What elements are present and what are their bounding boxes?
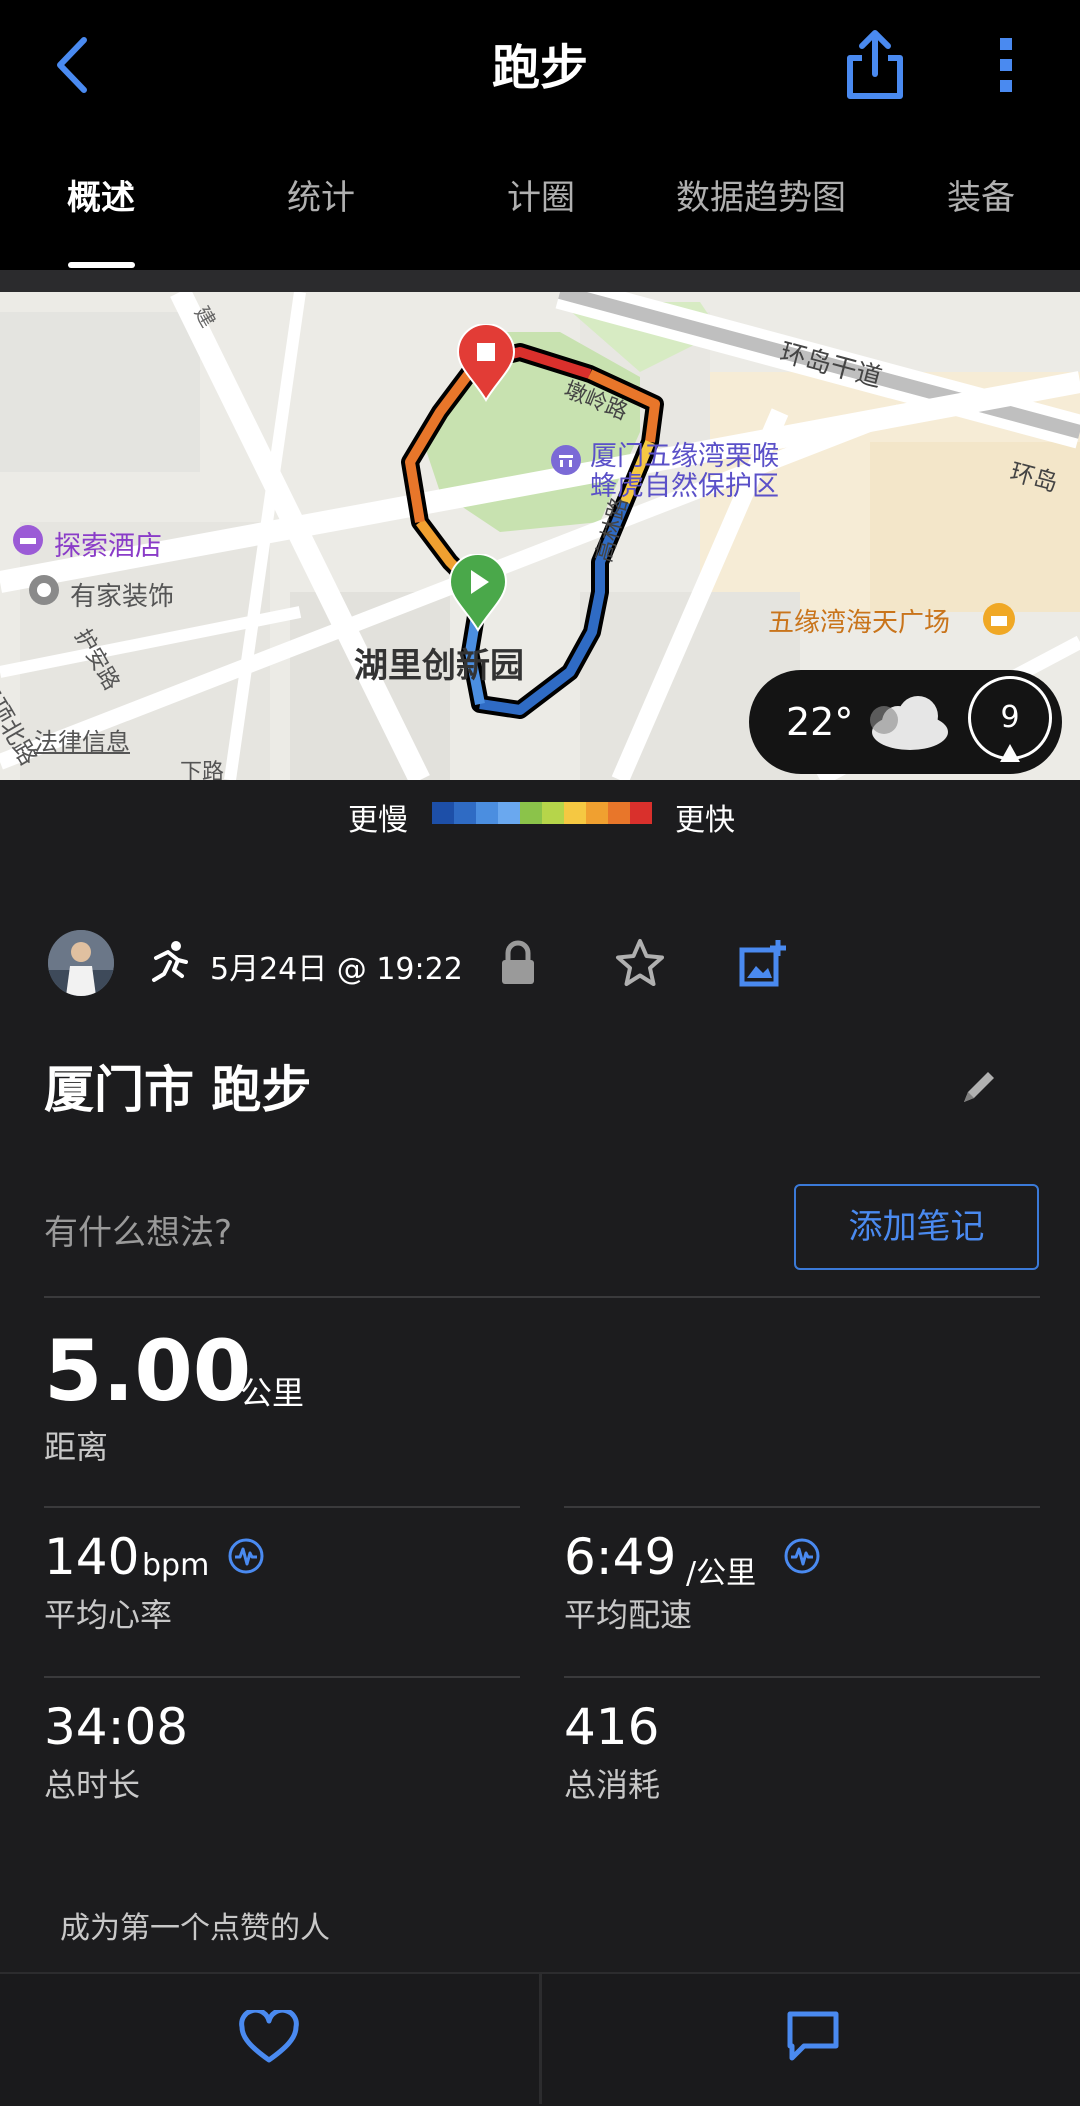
share-icon bbox=[847, 30, 903, 99]
tab-overview[interactable]: 概述 bbox=[40, 170, 162, 219]
header-separator bbox=[0, 270, 1080, 292]
map-label-area: 湖里创新园 bbox=[354, 646, 524, 686]
tab-laps[interactable]: 计圈 bbox=[480, 170, 602, 219]
pace-value: 6:49 bbox=[564, 1528, 677, 1586]
share-button[interactable] bbox=[840, 28, 910, 100]
legend-fast-label: 更快 bbox=[675, 803, 735, 838]
distance-value: 5.00 bbox=[44, 1322, 252, 1420]
activity-date: 5月24日 @ 19:22 bbox=[210, 952, 463, 987]
comment-icon bbox=[787, 2011, 839, 2061]
likes-text[interactable]: 成为第一个点赞的人 bbox=[60, 1903, 330, 1947]
shopping-icon bbox=[983, 603, 1015, 635]
legend-color-segment bbox=[498, 802, 520, 824]
more-options-button[interactable] bbox=[985, 30, 1027, 100]
pencil-icon[interactable] bbox=[960, 1066, 1000, 1106]
page-title: 跑步 bbox=[491, 40, 588, 96]
heart-rate-unit: bpm bbox=[142, 1548, 210, 1583]
legend-slow-label: 更慢 bbox=[348, 803, 408, 838]
more-vertical-icon bbox=[1000, 38, 1012, 92]
legend-color-segment bbox=[454, 802, 476, 824]
legend-color-segment bbox=[586, 802, 608, 824]
duration-value: 34:08 bbox=[44, 1698, 189, 1756]
store-icon bbox=[29, 575, 59, 605]
calories-value: 416 bbox=[564, 1698, 660, 1756]
map-label-road-south: 下路 bbox=[180, 760, 225, 780]
user-photo-icon bbox=[48, 930, 114, 996]
heart-rate-value: 140 bbox=[44, 1528, 140, 1586]
divider bbox=[564, 1676, 1040, 1678]
lock-icon[interactable] bbox=[500, 940, 536, 986]
tab-stats[interactable]: 统计 bbox=[260, 170, 382, 219]
cloud-icon bbox=[870, 696, 948, 750]
pace-label: 平均配速 bbox=[564, 1596, 693, 1634]
note-prompt: 有什么想法? bbox=[44, 1213, 233, 1253]
wind-speed: 9 bbox=[1000, 700, 1020, 735]
park-icon bbox=[551, 445, 581, 475]
star-icon[interactable] bbox=[614, 938, 666, 988]
wind-direction-icon bbox=[1000, 744, 1020, 762]
legend-color-segment bbox=[476, 802, 498, 824]
distance-unit: 公里 bbox=[240, 1374, 305, 1412]
avatar[interactable] bbox=[48, 930, 114, 996]
map-label-hotel: 探索酒店 bbox=[54, 531, 162, 562]
back-button[interactable] bbox=[40, 30, 110, 100]
heart-rate-label: 平均心率 bbox=[44, 1596, 173, 1634]
activity-name: 厦门市 跑步 bbox=[44, 1061, 312, 1119]
divider bbox=[44, 1506, 520, 1508]
legend-color-segment bbox=[608, 802, 630, 824]
pace-unit: /公里 bbox=[686, 1556, 757, 1591]
running-icon bbox=[152, 941, 188, 982]
legend-color-segment bbox=[432, 802, 454, 824]
divider bbox=[539, 1972, 542, 2104]
add-photo-icon[interactable] bbox=[738, 938, 788, 988]
pace-info-icon[interactable] bbox=[784, 1538, 820, 1574]
start-marker-icon bbox=[448, 554, 508, 632]
chevron-left-icon bbox=[57, 37, 87, 93]
tab-gear[interactable]: 装备 bbox=[920, 170, 1042, 219]
heart-icon bbox=[239, 2007, 299, 2063]
calories-label: 总消耗 bbox=[564, 1766, 661, 1804]
legend-color-segment bbox=[542, 802, 564, 824]
divider bbox=[564, 1506, 1040, 1508]
distance-label: 距离 bbox=[44, 1428, 109, 1466]
tab-trends[interactable]: 数据趋势图 bbox=[665, 170, 857, 219]
weather-temperature: 22° bbox=[786, 700, 854, 744]
divider bbox=[44, 1296, 1040, 1298]
like-button[interactable] bbox=[238, 2007, 300, 2066]
hotel-icon bbox=[13, 525, 43, 555]
legend-color-segment bbox=[630, 802, 652, 824]
pace-legend-bar bbox=[432, 802, 652, 824]
legend-color-segment bbox=[564, 802, 586, 824]
active-tab-indicator bbox=[68, 262, 135, 268]
map-label-deco: 有家装饰 bbox=[70, 582, 175, 612]
add-note-button[interactable]: 添加笔记 bbox=[794, 1184, 1039, 1270]
legal-info-link[interactable]: 法律信息 bbox=[34, 722, 130, 757]
comment-button[interactable] bbox=[786, 2010, 840, 2062]
legend-color-segment bbox=[520, 802, 542, 824]
end-marker-icon bbox=[456, 324, 516, 402]
map-label-plaza: 五缘湾海天广场 bbox=[768, 608, 951, 638]
duration-label: 总时长 bbox=[44, 1766, 141, 1804]
divider bbox=[44, 1676, 520, 1678]
heart-rate-info-icon[interactable] bbox=[228, 1538, 264, 1574]
